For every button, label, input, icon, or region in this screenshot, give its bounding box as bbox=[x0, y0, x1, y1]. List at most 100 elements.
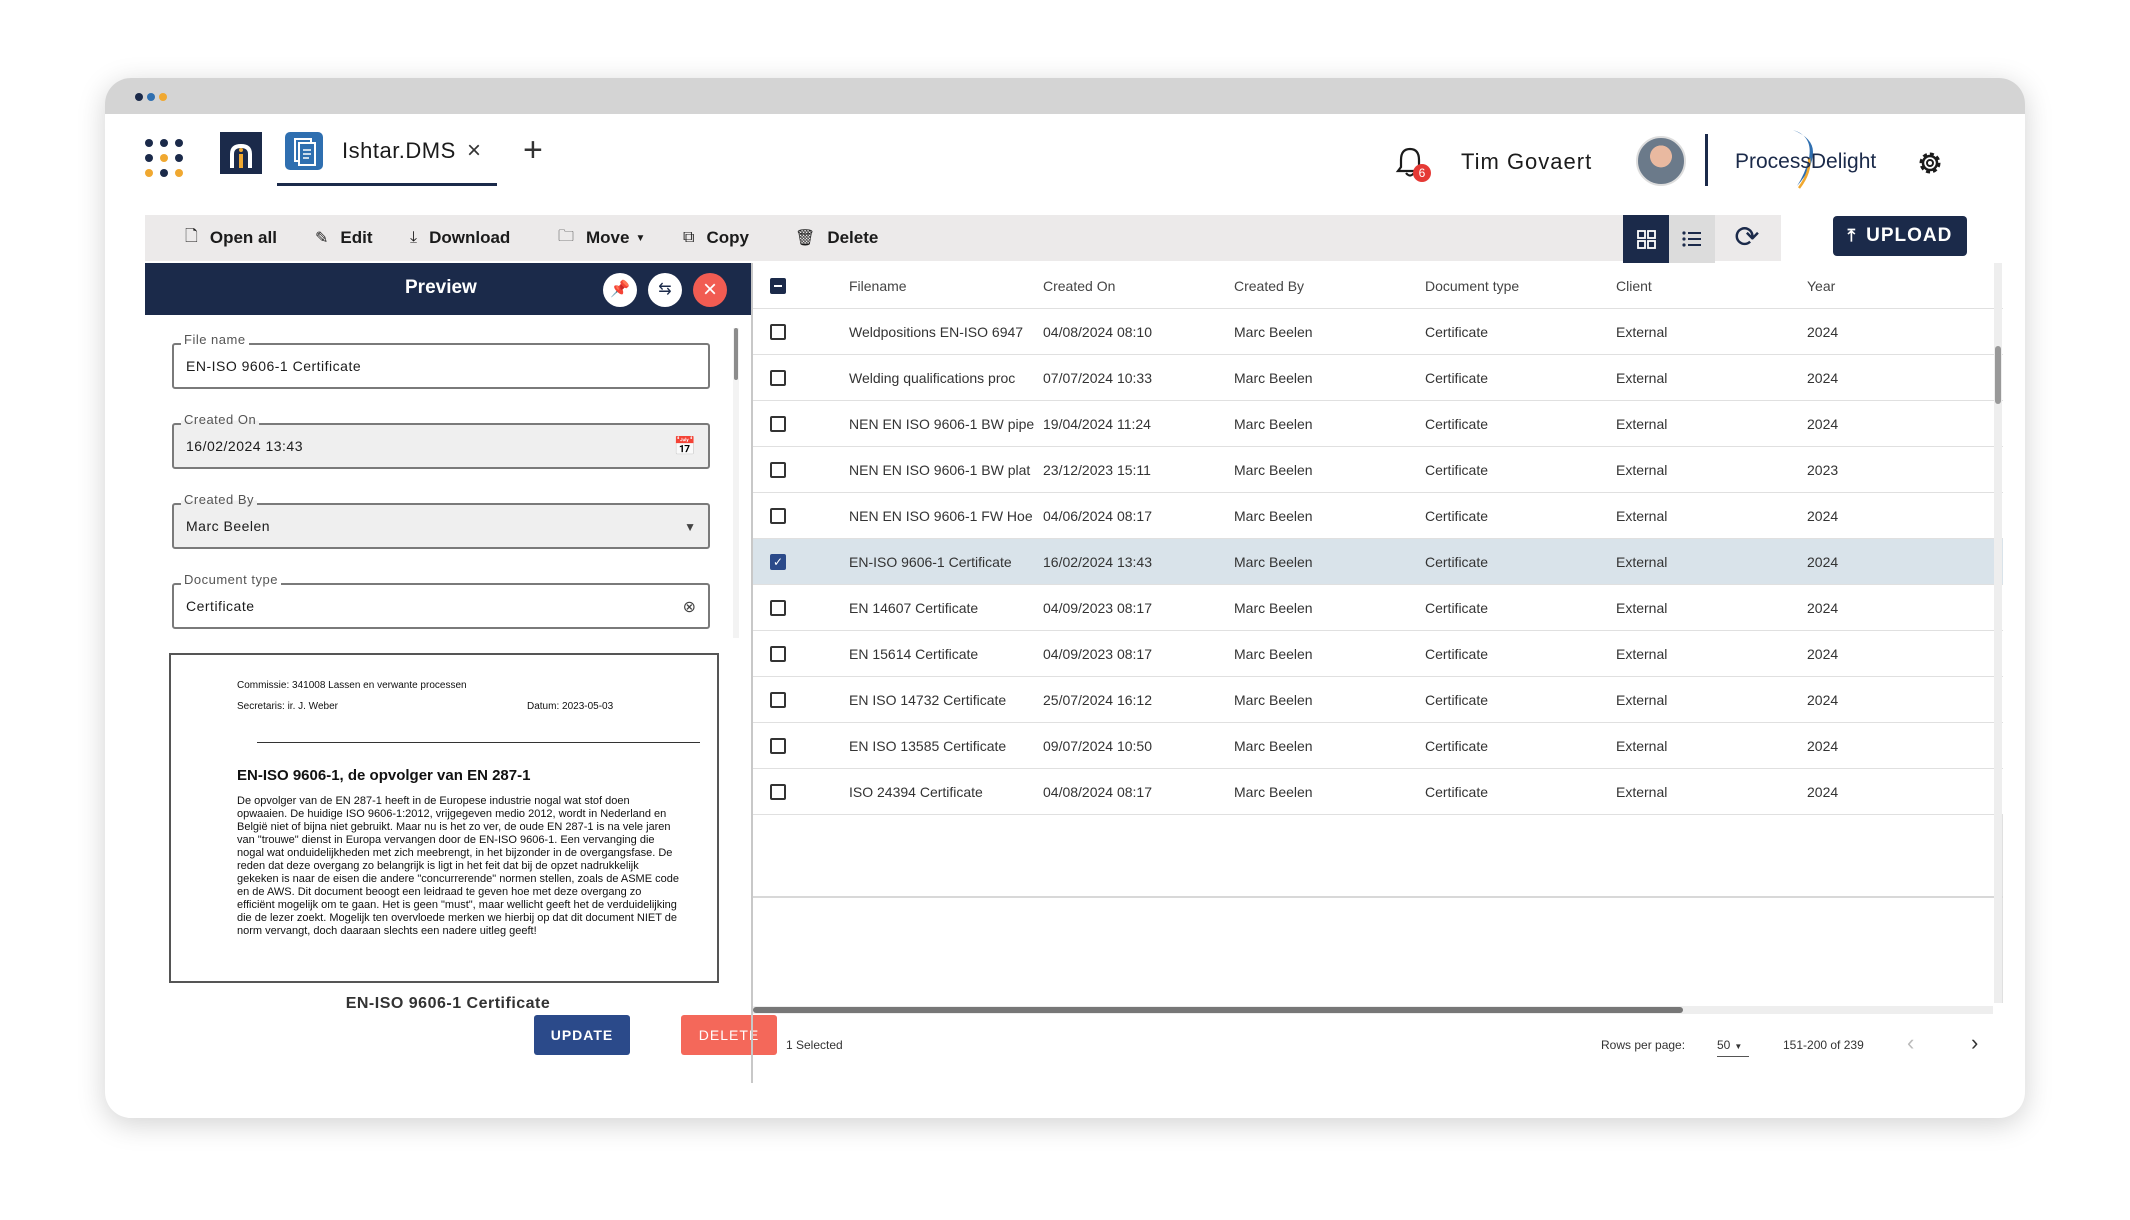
row-checkbox[interactable] bbox=[770, 462, 786, 478]
cell-created-by: Marc Beelen bbox=[1234, 554, 1313, 570]
cell-client: External bbox=[1616, 692, 1668, 708]
document-preview[interactable]: Commissie: 341008 Lassen en verwante pro… bbox=[169, 653, 719, 983]
row-checkbox[interactable] bbox=[770, 784, 786, 800]
previous-page-button[interactable]: ‹ bbox=[1907, 1030, 1914, 1056]
select-all-checkbox[interactable] bbox=[770, 278, 786, 294]
column-filename[interactable]: Filename bbox=[849, 278, 907, 294]
refresh-icon: ⟳ bbox=[1734, 221, 1760, 254]
table-row[interactable]: EN ISO 14732 Certificate 25/07/2024 16:12… bbox=[753, 677, 2003, 723]
table-row[interactable]: EN 15614 Certificate 04/09/2023 08:17 Marc… bbox=[753, 631, 2003, 677]
upload-button[interactable]: ⤒ UPLOAD bbox=[1833, 216, 1967, 256]
cell-client: External bbox=[1616, 646, 1668, 662]
calendar-icon[interactable]: 📅 bbox=[674, 436, 696, 457]
company-logo[interactable] bbox=[220, 132, 262, 174]
settings-button[interactable] bbox=[1915, 148, 1945, 178]
chevron-down-icon: ▼ bbox=[635, 232, 646, 244]
row-checkbox[interactable] bbox=[770, 692, 786, 708]
window-dot-close[interactable] bbox=[135, 93, 143, 101]
app-header: Ishtar.DMS × + 6 Tim Govaert ProcessDeli… bbox=[105, 114, 2025, 214]
table-row[interactable]: Welding qualifications proc 07/07/2024 10… bbox=[753, 355, 2003, 401]
row-checkbox[interactable] bbox=[770, 324, 786, 340]
table-row[interactable]: Weldpositions EN-ISO 6947 04/08/2024 08:1… bbox=[753, 309, 2003, 355]
created-on-value: 16/02/2024 13:43 bbox=[186, 438, 303, 454]
pin-button[interactable]: 📌 bbox=[603, 273, 637, 307]
chevron-down-icon[interactable]: ▼ bbox=[684, 520, 696, 534]
row-checkbox[interactable] bbox=[770, 370, 786, 386]
file-name-field[interactable]: File name EN-ISO 9606-1 Certificate bbox=[172, 332, 710, 389]
download-button[interactable]: ⤓ Download bbox=[410, 215, 510, 261]
row-checkbox[interactable] bbox=[770, 646, 786, 662]
delete-label: Delete bbox=[827, 228, 879, 247]
column-created-by[interactable]: Created By bbox=[1234, 278, 1304, 294]
close-tab-icon[interactable]: × bbox=[467, 137, 481, 165]
preview-scrollbar-thumb[interactable] bbox=[734, 328, 738, 380]
created-on-field[interactable]: Created On 16/02/2024 13:43 📅 bbox=[172, 412, 710, 469]
created-by-field[interactable]: Created By Marc Beelen ▼ bbox=[172, 492, 710, 549]
list-icon bbox=[1682, 231, 1701, 247]
cell-filename: NEN EN ISO 9606-1 BW pipe bbox=[849, 416, 1035, 432]
table-row[interactable]: NEN EN ISO 9606-1 FW Hoe 04/06/2024 08:17… bbox=[753, 493, 2003, 539]
open-all-button[interactable]: 🗋 Open all bbox=[185, 215, 277, 261]
table-vertical-scrollbar-thumb[interactable] bbox=[1995, 346, 2001, 404]
cell-filename: EN-ISO 9606-1 Certificate bbox=[849, 554, 1012, 570]
edit-button[interactable]: ✎ Edit bbox=[315, 215, 373, 261]
table-row[interactable]: NEN EN ISO 9606-1 BW pipe 19/04/2024 11:2… bbox=[753, 401, 2003, 447]
grid-icon bbox=[1637, 230, 1656, 249]
column-year[interactable]: Year bbox=[1807, 278, 1835, 294]
doc-datum: Datum: 2023-05-03 bbox=[527, 701, 614, 712]
cell-client: External bbox=[1616, 508, 1668, 524]
row-checkbox[interactable] bbox=[770, 600, 786, 616]
cell-year: 2024 bbox=[1807, 324, 1839, 340]
rows-per-page-label: Rows per page: bbox=[1601, 1038, 1686, 1052]
download-icon: ⤓ bbox=[410, 229, 418, 246]
copy-button[interactable]: ⧉ Copy bbox=[683, 215, 749, 261]
cell-filename: Weldpositions EN-ISO 6947 bbox=[849, 324, 1024, 340]
add-tab-button[interactable]: + bbox=[523, 133, 543, 167]
avatar[interactable] bbox=[1636, 136, 1686, 186]
cell-filename: NEN EN ISO 9606-1 BW plat bbox=[849, 462, 1031, 478]
cell-created-by: Marc Beelen bbox=[1234, 508, 1313, 524]
column-created-on[interactable]: Created On bbox=[1043, 278, 1115, 294]
window-dot-minimize[interactable] bbox=[147, 93, 155, 101]
clear-icon[interactable]: ⊗ bbox=[683, 597, 696, 617]
cell-created-on: 09/07/2024 10:50 bbox=[1043, 738, 1152, 754]
column-client[interactable]: Client bbox=[1616, 278, 1652, 294]
table-row[interactable]: ✓ EN-ISO 9606-1 Certificate 16/02/2024 13:… bbox=[753, 539, 2003, 585]
cell-client: External bbox=[1616, 784, 1668, 800]
table-row[interactable]: EN 14607 Certificate 04/09/2023 08:17 Marc… bbox=[753, 585, 2003, 631]
close-preview-button[interactable]: × bbox=[693, 273, 727, 307]
cell-document-type: Certificate bbox=[1425, 738, 1489, 754]
delete-button[interactable]: 🗑 Delete bbox=[795, 215, 878, 261]
rows-per-page-select[interactable]: 50 ▼ bbox=[1717, 1031, 1749, 1057]
table-horizontal-scrollbar-thumb[interactable] bbox=[753, 1007, 1683, 1013]
notifications-button[interactable]: 6 bbox=[1395, 146, 1433, 186]
refresh-button[interactable]: ⟳ bbox=[1729, 220, 1765, 256]
column-document-type[interactable]: Document type bbox=[1425, 278, 1519, 294]
move-button[interactable]: 🗀 Move ▼ bbox=[558, 215, 645, 261]
document-type-field[interactable]: Document type Certificate ⊗ bbox=[172, 572, 710, 629]
collapse-button[interactable]: ⇆ bbox=[648, 273, 682, 307]
cell-created-on: 04/06/2024 08:17 bbox=[1043, 508, 1152, 524]
table-row[interactable]: EN ISO 13585 Certificate 09/07/2024 10:50… bbox=[753, 723, 2003, 769]
document-type-value: Certificate bbox=[186, 598, 255, 614]
window-dot-maximize[interactable] bbox=[159, 93, 167, 101]
app-launcher-icon[interactable] bbox=[145, 139, 183, 177]
row-checkbox[interactable] bbox=[770, 416, 786, 432]
cell-year: 2023 bbox=[1807, 462, 1839, 478]
update-button[interactable]: UPDATE bbox=[534, 1015, 630, 1055]
tab-ishtar-dms[interactable]: Ishtar.DMS × bbox=[277, 128, 497, 186]
table-row[interactable]: NEN EN ISO 9606-1 BW plat 23/12/2023 15:1… bbox=[753, 447, 2003, 493]
row-checkbox[interactable] bbox=[770, 508, 786, 524]
cell-document-type: Certificate bbox=[1425, 508, 1489, 524]
list-view-button[interactable] bbox=[1669, 215, 1715, 263]
delete-document-button[interactable]: DELETE bbox=[681, 1015, 777, 1055]
row-checkbox[interactable] bbox=[770, 738, 786, 754]
cell-created-by: Marc Beelen bbox=[1234, 416, 1313, 432]
copy-icon: ⧉ bbox=[683, 229, 695, 246]
cell-created-on: 04/09/2023 08:17 bbox=[1043, 646, 1152, 662]
next-page-button[interactable]: › bbox=[1971, 1030, 1978, 1056]
grid-view-button[interactable] bbox=[1623, 215, 1669, 263]
user-name[interactable]: Tim Govaert bbox=[1461, 149, 1592, 175]
documents-table: Filename Created On Created By Document … bbox=[753, 263, 2003, 1003]
row-checkbox[interactable]: ✓ bbox=[770, 554, 786, 570]
